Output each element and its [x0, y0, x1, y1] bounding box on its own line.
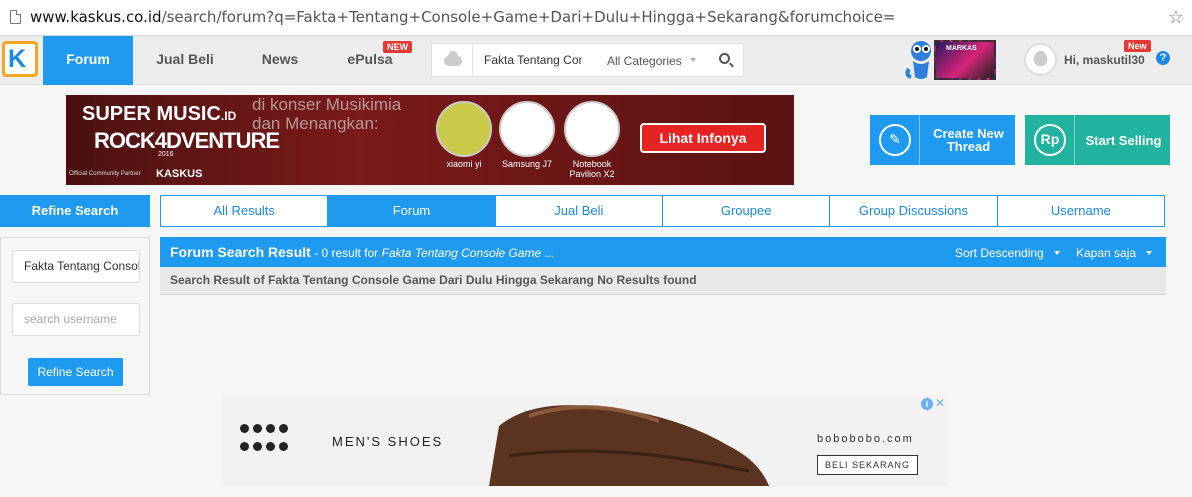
refine-search-header: Refine Search [0, 195, 150, 227]
product-phone-image [499, 101, 555, 157]
username-search-input[interactable]: search username [12, 303, 140, 336]
search-icon[interactable] [719, 53, 730, 64]
bobobobo-logo-icon [240, 424, 288, 456]
markas-banner[interactable]: MARKAS [934, 40, 996, 80]
page-icon [10, 10, 21, 24]
bookmark-star-icon[interactable]: ☆ [1168, 7, 1184, 28]
markas-label: MARKAS [946, 45, 977, 52]
help-icon[interactable]: ? [1156, 51, 1170, 65]
browser-address-bar[interactable]: www.kaskus.co.id/search/forum?q=Fakta+Te… [0, 0, 1192, 36]
shoe-image [489, 405, 769, 486]
nav-jual-beli[interactable]: Jual Beli [140, 36, 230, 85]
ad-buy-button[interactable]: BELI SEKARANG [817, 455, 918, 475]
ad-info-icon[interactable]: i [921, 398, 933, 410]
tab-username[interactable]: Username [998, 196, 1164, 226]
category-select[interactable]: All Categories [607, 54, 682, 68]
time-filter-dropdown[interactable]: Kapan saja [1076, 246, 1136, 260]
create-thread-button[interactable]: ✎ Create New Thread [870, 115, 1015, 165]
banner-partner: KASKUS [156, 168, 203, 180]
mascot-icon[interactable] [905, 39, 937, 81]
product-label: Notebook Pavilion X2 [569, 159, 615, 179]
cloud-icon [444, 51, 462, 66]
banner-cta-button[interactable]: Lihat Infonya [640, 123, 766, 153]
kaskus-logo[interactable]: K [2, 41, 38, 77]
chevron-down-icon[interactable] [1054, 251, 1060, 255]
url-host: www.kaskus.co.id [30, 8, 162, 26]
url-path: /search/forum?q=Fakta+Tentang+Console+Ga… [161, 8, 896, 26]
user-avatar[interactable] [1024, 43, 1057, 76]
user-greeting[interactable]: Hi, maskutil30 [1064, 53, 1145, 67]
ad-headline: MEN'S SHOES [332, 434, 444, 449]
supermusic-banner[interactable]: SUPER MUSIC.ID ROCK4DVENTURE 2016 Offici… [66, 95, 794, 185]
results-message: Search Result of Fakta Tentang Console G… [160, 267, 1166, 295]
start-selling-label: Start Selling [1085, 132, 1162, 148]
start-selling-button[interactable]: Rp Start Selling [1025, 115, 1170, 165]
chevron-down-icon[interactable] [1146, 251, 1152, 255]
epulsa-new-badge: NEW [383, 41, 412, 53]
pencil-icon: ✎ [870, 115, 920, 165]
results-title: Forum Search Result - 0 result for Fakta… [170, 244, 555, 260]
refine-search-button[interactable]: Refine Search [28, 358, 123, 386]
banner-brand: SUPER MUSIC.ID [82, 103, 237, 125]
tab-jual-beli[interactable]: Jual Beli [496, 196, 663, 226]
refine-query-input[interactable]: Fakta Tentang Console Game Dari Dulu Hin… [12, 250, 140, 283]
tab-all-results[interactable]: All Results [161, 196, 329, 226]
chevron-down-icon[interactable] [690, 58, 696, 62]
product-camera-image [436, 101, 492, 157]
tab-group-discussions[interactable]: Group Discussions [830, 196, 998, 226]
close-icon[interactable]: ✕ [935, 396, 945, 410]
sort-dropdown[interactable]: Sort Descending [955, 246, 1044, 260]
create-thread-label: Create New Thread [933, 126, 1004, 154]
banner-promo: di konser Musikimia dan Menangkan: [252, 95, 402, 133]
product-label: Samsung J7 [501, 159, 553, 169]
banner-year: 2016 [158, 151, 174, 158]
tab-forum[interactable]: Forum [328, 196, 496, 226]
user-new-badge: New [1124, 40, 1151, 52]
shoes-ad[interactable]: MEN'S SHOES bobobobo.com BELI SEKARANG i… [221, 396, 949, 486]
nav-news[interactable]: News [235, 36, 325, 85]
ad-brand: bobobobo.com [817, 433, 914, 445]
refine-search-panel: Fakta Tentang Console Game Dari Dulu Hin… [0, 237, 150, 395]
address-url[interactable]: www.kaskus.co.id/search/forum?q=Fakta+Te… [30, 8, 895, 26]
kaskus-k-icon: K [8, 45, 27, 73]
nav-forum[interactable]: Forum [43, 36, 133, 85]
banner-official: Official Community Partner [69, 171, 141, 177]
global-search[interactable]: Fakta Tentang Console Game Dari Dulu Hin… [431, 43, 744, 77]
search-tabs: All Results Forum Jual Beli Groupee Grou… [160, 195, 1165, 227]
results-header: Forum Search Result - 0 result for Fakta… [160, 237, 1166, 267]
product-label: xiaomi yi [446, 159, 482, 169]
rupiah-icon: Rp [1025, 115, 1075, 165]
tab-groupee[interactable]: Groupee [663, 196, 831, 226]
product-notebook-image [564, 101, 620, 157]
search-input[interactable]: Fakta Tentang Console Game Dari Dulu Hin… [484, 53, 582, 67]
search-divider [472, 44, 473, 76]
top-navigation: K Forum Jual Beli News ePulsa NEW Fakta … [0, 36, 1192, 85]
